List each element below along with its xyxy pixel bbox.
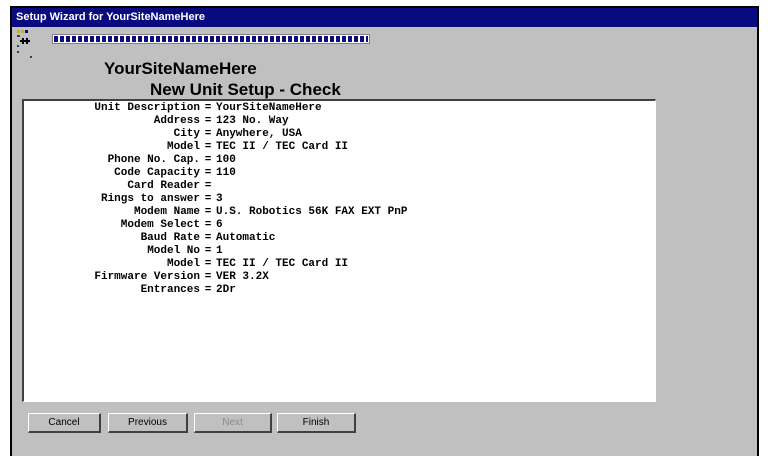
- next-button[interactable]: Next: [194, 413, 272, 433]
- summary-value: U.S. Robotics 56K FAX EXT PnP: [216, 206, 408, 218]
- summary-value: TEC II / TEC Card II: [216, 141, 349, 153]
- summary-row: City = Anywhere, USA: [24, 128, 302, 140]
- summary-label: Phone No. Cap.: [107, 154, 200, 166]
- summary-separator: =: [204, 167, 212, 179]
- summary-label: City: [173, 128, 200, 140]
- summary-label: Card Reader: [127, 180, 200, 192]
- summary-value: Anywhere, USA: [216, 128, 302, 140]
- wizard-window: Setup Wizard for YourSiteNameHere YourSi…: [10, 6, 759, 456]
- summary-row: Model No = 1: [24, 245, 223, 257]
- summary-value: 2Dr: [216, 284, 236, 296]
- summary-value: VER 3.2X: [216, 271, 269, 283]
- summary-separator: =: [204, 271, 212, 283]
- summary-separator: =: [204, 180, 212, 192]
- summary-separator: =: [204, 154, 212, 166]
- summary-separator: =: [204, 115, 212, 127]
- summary-separator: =: [204, 284, 212, 296]
- summary-separator: =: [204, 193, 212, 205]
- page-subtitle: New Unit Setup - Check: [150, 80, 341, 99]
- summary-row: Phone No. Cap. = 100: [24, 154, 236, 166]
- summary-row: Address = 123 No. Way: [24, 115, 289, 127]
- summary-label: Unit Description: [94, 102, 200, 114]
- summary-value: YourSiteNameHere: [216, 102, 322, 114]
- summary-row: Model = TEC II / TEC Card II: [24, 258, 348, 270]
- summary-label: Model: [166, 141, 200, 153]
- summary-value: TEC II / TEC Card II: [216, 258, 349, 270]
- summary-value: 3: [216, 193, 223, 205]
- summary-separator: =: [204, 232, 212, 244]
- summary-row: Rings to answer = 3: [24, 193, 223, 205]
- summary-panel[interactable]: Unit Description = YourSiteNameHere Address…: [22, 99, 656, 402]
- summary-value: 110: [216, 167, 236, 179]
- site-name-heading: YourSiteNameHere: [104, 59, 257, 78]
- summary-label: Address: [153, 115, 200, 127]
- summary-label: Model No: [147, 245, 200, 257]
- summary-label: Baud Rate: [140, 232, 200, 244]
- summary-separator: =: [204, 245, 212, 257]
- summary-value: 1: [216, 245, 223, 257]
- previous-button[interactable]: Previous: [108, 413, 188, 433]
- summary-separator: =: [204, 128, 212, 140]
- summary-label: Firmware Version: [94, 271, 200, 283]
- summary-label: Code Capacity: [114, 167, 200, 179]
- summary-value: Automatic: [216, 232, 276, 244]
- title-bar[interactable]: Setup Wizard for YourSiteNameHere: [12, 8, 757, 27]
- summary-row: Unit Description = YourSiteNameHere: [24, 102, 322, 114]
- summary-value: 123 No. Way: [216, 115, 289, 127]
- summary-label: Rings to answer: [100, 193, 200, 205]
- summary-separator: =: [204, 258, 212, 270]
- finish-button[interactable]: Finish: [277, 413, 356, 433]
- summary-row: Code Capacity = 110: [24, 167, 236, 179]
- summary-value: 100: [216, 154, 236, 166]
- summary-row: Card Reader =: [24, 180, 216, 192]
- summary-separator: =: [204, 102, 212, 114]
- summary-separator: =: [204, 206, 212, 218]
- summary-row: Baud Rate = Automatic: [24, 232, 276, 244]
- summary-row: Entrances = 2Dr: [24, 284, 236, 296]
- progress-bar: [52, 34, 370, 44]
- summary-separator: =: [204, 141, 212, 153]
- summary-value: 6: [216, 219, 223, 231]
- summary-label: Modem Select: [120, 219, 200, 231]
- summary-row: Firmware Version = VER 3.2X: [24, 271, 269, 283]
- cancel-button[interactable]: Cancel: [28, 413, 101, 433]
- summary-label: Modem Name: [133, 206, 200, 218]
- summary-row: Modem Name = U.S. Robotics 56K FAX EXT PnP: [24, 206, 407, 218]
- summary-row: Modem Select = 6: [24, 219, 223, 231]
- progress-fill: [54, 36, 368, 42]
- summary-label: Model: [166, 258, 200, 270]
- summary-label: Entrances: [140, 284, 200, 296]
- summary-row: Model = TEC II / TEC Card II: [24, 141, 348, 153]
- summary-separator: =: [204, 219, 212, 231]
- window-title: Setup Wizard for YourSiteNameHere: [16, 11, 205, 23]
